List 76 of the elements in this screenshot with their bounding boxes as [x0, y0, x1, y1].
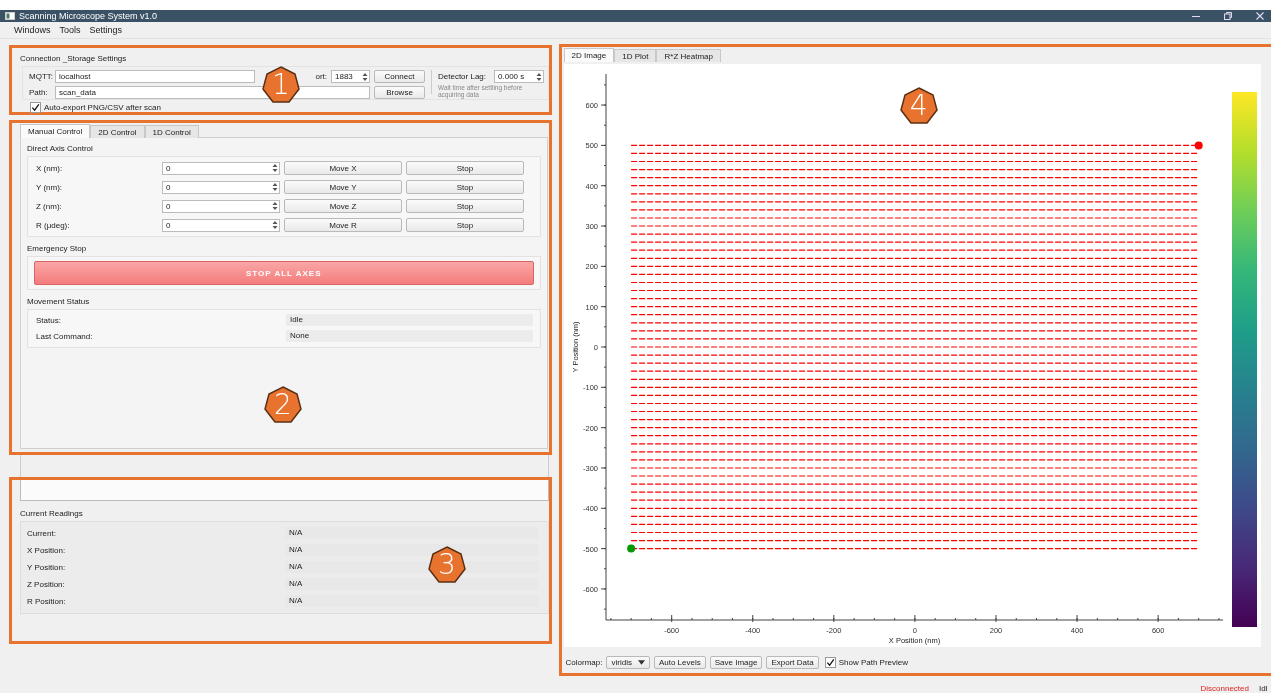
- reading-label: X Position:: [27, 545, 67, 555]
- reading-label: R Position:: [27, 596, 67, 606]
- number-badge: 2: [264, 386, 302, 424]
- host-field[interactable]: localhost: [55, 70, 255, 83]
- stop-button[interactable]: Stop: [406, 180, 524, 194]
- menu-item[interactable]: Windows: [14, 25, 51, 35]
- colormap-dropdown[interactable]: viridis: [606, 656, 650, 669]
- spin-arrows-icon[interactable]: [272, 220, 278, 230]
- field-label: R (μdeg):: [36, 220, 71, 230]
- reading-value: N/A: [285, 527, 538, 539]
- spin-arrows-icon[interactable]: [272, 201, 278, 211]
- field-label: Colormap:: [565, 658, 603, 667]
- status-label: Last Command:: [36, 331, 94, 341]
- field-label: Detector Lag:: [438, 72, 487, 81]
- group-title: Current Readings: [20, 508, 84, 519]
- menu-item[interactable]: Settings: [89, 25, 123, 35]
- number-badge: 1: [262, 66, 300, 104]
- spin-arrows-icon[interactable]: [272, 163, 278, 173]
- close-icon[interactable]: [1255, 11, 1265, 21]
- number-spinbox[interactable]: 0: [162, 218, 280, 232]
- tab[interactable]: 1D Control: [144, 125, 199, 138]
- stop-button[interactable]: Stop: [406, 161, 524, 175]
- state-status: Idl: [1259, 685, 1269, 693]
- stop-button[interactable]: Stop: [406, 199, 524, 213]
- connection-status: Disconnected: [1200, 685, 1249, 693]
- port-spinbox[interactable]: 1883: [331, 70, 370, 83]
- move-button[interactable]: Move Z: [284, 199, 402, 213]
- number-spinbox[interactable]: 0: [162, 161, 280, 175]
- tab[interactable]: 1D Plot: [614, 49, 657, 62]
- group-title: Direct Axis Control: [27, 143, 94, 154]
- status-value: None: [286, 330, 533, 342]
- app-icon: [5, 12, 15, 20]
- spin-arrows-icon[interactable]: [362, 71, 368, 82]
- number-badge: 4: [899, 87, 938, 125]
- maximize-icon[interactable]: [1223, 11, 1233, 21]
- detector-lag-spinbox[interactable]: 0.000 s: [494, 70, 545, 83]
- move-button[interactable]: Move Y: [284, 180, 402, 194]
- checkbox-label: Auto-export PNG/CSV after scan: [44, 103, 161, 112]
- group-title: Connection _Storage Settings: [20, 53, 128, 64]
- tab[interactable]: R*Z Heatmap: [656, 49, 721, 62]
- field-label: Path:: [29, 88, 49, 97]
- reading-value: N/A: [285, 578, 538, 590]
- toolbar-button[interactable]: Export Data: [766, 656, 819, 669]
- toolbar-button[interactable]: Auto Levels: [653, 656, 706, 669]
- tab[interactable]: 2D Control: [90, 125, 145, 138]
- number-spinbox[interactable]: 0: [162, 180, 280, 194]
- browse-button[interactable]: Browse: [374, 86, 425, 99]
- reading-label: Y Position:: [27, 562, 67, 572]
- move-button[interactable]: Move R: [284, 218, 402, 232]
- field-label: MQTT:: [29, 72, 51, 81]
- caret-icon: [637, 660, 645, 665]
- spin-arrows-icon[interactable]: [272, 182, 278, 192]
- checkbox[interactable]: [30, 102, 41, 113]
- reading-value: N/A: [285, 595, 538, 607]
- field-label: X (nm):: [36, 163, 64, 173]
- status-value: Idle: [286, 314, 533, 326]
- reading-label: Z Position:: [27, 579, 66, 589]
- status-label: Status:: [36, 315, 62, 325]
- menu-item[interactable]: Tools: [59, 25, 81, 35]
- field-label: Z (nm):: [36, 201, 63, 211]
- move-button[interactable]: Move X: [284, 161, 402, 175]
- group-title: Emergency Stop: [27, 243, 88, 254]
- checkbox-label: Show Path Preview: [838, 658, 909, 667]
- reading-label: Current:: [27, 528, 57, 538]
- checkbox[interactable]: [824, 657, 836, 668]
- toolbar-button[interactable]: Save Image: [709, 656, 763, 669]
- field-label: ort:: [314, 72, 327, 81]
- tab[interactable]: Manual Control: [20, 124, 91, 138]
- spin-arrows-icon[interactable]: [536, 71, 543, 82]
- group-title: Movement Status: [27, 296, 91, 307]
- window-title: Scanning Microscope System v1.0: [19, 11, 158, 21]
- tab[interactable]: 2D Image: [563, 48, 615, 62]
- field-label: Y (nm):: [36, 182, 64, 192]
- stop-button[interactable]: Stop: [406, 218, 524, 232]
- number-spinbox[interactable]: 0: [162, 199, 280, 213]
- connect-button[interactable]: Connect: [374, 70, 425, 83]
